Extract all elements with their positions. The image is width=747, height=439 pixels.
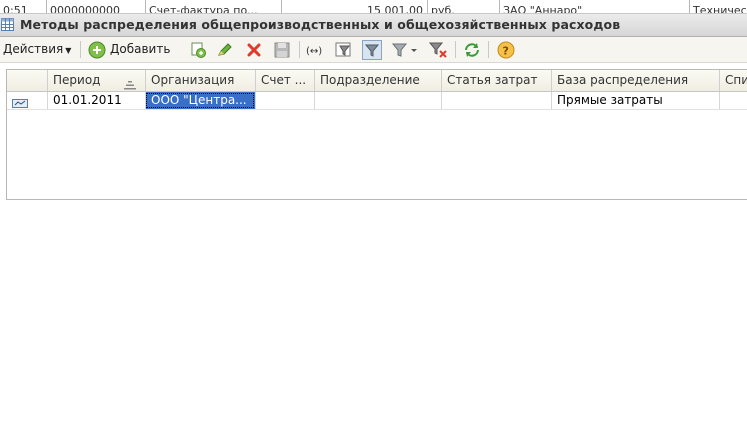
- cell-extra[interactable]: [719, 92, 747, 109]
- copy-button[interactable]: [188, 40, 208, 60]
- sort-ascending-icon: [123, 76, 137, 91]
- cell-subdivision[interactable]: [314, 92, 441, 109]
- column-header-icon[interactable]: [7, 70, 47, 91]
- bg-cell: руб.: [427, 0, 499, 13]
- table-header: Период Организация Счет ... Подразделени…: [7, 70, 747, 92]
- window-titlebar[interactable]: Методы распределения общепроизводственны…: [0, 14, 747, 37]
- row-icon-cell: [7, 92, 47, 109]
- column-header-distribution-base[interactable]: База распределения: [551, 70, 719, 91]
- toolbar-separator: [299, 41, 300, 58]
- filter-settings-button[interactable]: [334, 40, 354, 60]
- filter-clear-button[interactable]: [428, 40, 448, 60]
- filter-dropdown-button[interactable]: [390, 40, 420, 60]
- column-header-cost-item[interactable]: Статья затрат: [441, 70, 551, 91]
- edit-button[interactable]: [215, 40, 235, 60]
- table-row[interactable]: 01.01.2011 ООО "Центра... Прямые затраты: [7, 92, 747, 110]
- bg-cell: 0:51: [3, 4, 28, 13]
- toolbar-separator: [488, 41, 489, 58]
- bg-cell: Счет-фактура по...: [145, 0, 281, 13]
- background-table-strip: 0:51 0000000000 Счет-фактура по... 15 00…: [0, 0, 747, 14]
- bg-cell: 15 001,00: [281, 0, 427, 13]
- cell-organization[interactable]: ООО "Центра...: [145, 92, 255, 109]
- save-icon: [272, 40, 292, 60]
- add-icon: [88, 41, 106, 62]
- filter-active-icon: [363, 41, 381, 59]
- add-label: Добавить: [110, 42, 171, 56]
- bg-cell: ЗАО "Аннаро": [499, 0, 689, 13]
- cell-distribution-base[interactable]: Прямые затраты: [551, 92, 719, 109]
- interval-icon: (↔): [305, 40, 325, 60]
- column-header-period-label: Период: [53, 73, 101, 87]
- column-header-subdivision[interactable]: Подразделение: [314, 70, 441, 91]
- svg-text:?: ?: [503, 45, 509, 58]
- svg-text:(↔): (↔): [306, 46, 322, 57]
- table-icon: [1, 18, 14, 31]
- filter-dropdown-icon: [390, 40, 420, 60]
- help-button[interactable]: ?: [496, 40, 516, 60]
- toolbar-separator: [455, 41, 456, 58]
- methods-window: Методы распределения общепроизводственны…: [0, 14, 747, 200]
- window-title: Методы распределения общепроизводственны…: [20, 17, 621, 32]
- edit-icon: [215, 40, 235, 60]
- cell-cost-item[interactable]: [441, 92, 551, 109]
- help-icon: ?: [496, 40, 516, 60]
- filter-settings-icon: [334, 40, 354, 60]
- copy-icon: [188, 40, 208, 60]
- cell-period[interactable]: 01.01.2011: [47, 92, 145, 109]
- filter-active-button[interactable]: [362, 40, 382, 60]
- filter-clear-icon: [428, 40, 448, 60]
- refresh-button[interactable]: [462, 40, 482, 60]
- actions-label: Действия: [3, 42, 64, 56]
- toolbar-separator: [80, 41, 81, 58]
- bg-cell: 0000000000: [46, 0, 145, 13]
- interval-button[interactable]: (↔): [305, 40, 325, 60]
- column-header-account[interactable]: Счет ...: [255, 70, 314, 91]
- actions-menu-button[interactable]: Действия ▼: [3, 42, 71, 56]
- cell-account[interactable]: [255, 92, 314, 109]
- column-header-organization[interactable]: Организация: [145, 70, 255, 91]
- column-header-extra[interactable]: Спи: [719, 70, 747, 91]
- save-button[interactable]: [272, 40, 292, 60]
- delete-icon: [244, 40, 264, 60]
- methods-table[interactable]: Период Организация Счет ... Подразделени…: [6, 69, 747, 200]
- column-header-period[interactable]: Период: [47, 70, 145, 91]
- bg-cell: Техничес: [689, 0, 747, 13]
- dropdown-arrow-icon: ▼: [65, 46, 72, 55]
- delete-button[interactable]: [244, 40, 264, 60]
- toolbar: Действия ▼ Добавить (↔) ?: [0, 37, 747, 63]
- refresh-icon: [462, 40, 482, 60]
- record-icon: [12, 96, 28, 109]
